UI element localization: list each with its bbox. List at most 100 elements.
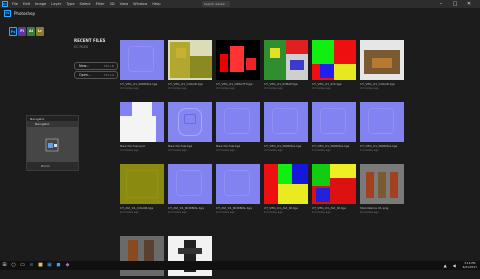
menu-select[interactable]: Select xyxy=(80,0,91,8)
thumbnail-image[interactable] xyxy=(216,102,260,142)
search-stock-field[interactable]: Search Adobe Stock xyxy=(202,1,230,12)
file-time: 2 minutes ago xyxy=(264,87,283,90)
search-icon[interactable]: ○ xyxy=(9,261,18,270)
panel-zoom-bar[interactable]: Zoom xyxy=(27,162,78,170)
file-name: CT_VEG_01_IDMAP.tga xyxy=(264,82,298,86)
recent-file-thumbnail[interactable]: CT_VEG_01_AVI_ID.tga 6 minutes ago xyxy=(312,164,356,214)
recent-file-thumbnail[interactable] xyxy=(120,236,164,279)
minimize-button[interactable]: – xyxy=(434,0,448,8)
network-icon[interactable]: ▲ xyxy=(441,261,450,270)
thumbnail-image[interactable] xyxy=(312,102,356,142)
recent-file-thumbnail[interactable]: CT_AVI_01_NORMAL.tga 6 minutes ago xyxy=(168,164,212,214)
file-name: CT_AVI_01_NORMAL.tga xyxy=(216,206,252,210)
app-title: Photoshop xyxy=(14,11,36,16)
navigator-panel[interactable]: Navigator Navigator Zoom xyxy=(26,115,79,171)
thumbnail-image[interactable] xyxy=(360,40,404,80)
menu-view[interactable]: View xyxy=(120,0,129,8)
window-controls: – □ ✕ xyxy=(434,0,476,8)
photoshop-logo-icon[interactable]: Ps xyxy=(2,1,8,7)
file-time: 6 minutes ago xyxy=(120,211,139,214)
cc-app-lr-icon[interactable]: Lr xyxy=(36,27,44,36)
thumbnail-image[interactable] xyxy=(168,236,212,276)
thumbnail-image[interactable] xyxy=(312,164,356,204)
photoshop-icon[interactable]: ◼ xyxy=(54,261,63,270)
thumbnail-image[interactable] xyxy=(312,40,356,80)
recent-file-thumbnail[interactable]: New Normal.psd 3 minutes ago xyxy=(120,102,164,152)
volume-icon[interactable]: ◀ xyxy=(450,261,459,270)
start-header xyxy=(0,8,480,36)
thumbnail-image[interactable] xyxy=(216,40,260,80)
menu-file[interactable]: File xyxy=(12,0,18,8)
taskview-icon[interactable]: ▭ xyxy=(18,261,27,270)
recent-file-thumbnail[interactable]: CT_VEG_01_NORMAL.tga 5 minutes ago xyxy=(360,102,404,152)
recent-file-thumbnail[interactable]: CT_VEG_01_IDMAP.tga 2 minutes ago xyxy=(264,40,308,90)
thumbnail-image[interactable] xyxy=(264,102,308,142)
menu-filter[interactable]: Filter xyxy=(96,0,105,8)
recent-file-thumbnail[interactable]: CT_AVI_01_NORMAL.tga 6 minutes ago xyxy=(216,164,260,214)
file-name: New Normal.psd xyxy=(120,144,145,148)
thumbnail-image[interactable] xyxy=(120,164,164,204)
menu-layer[interactable]: Layer xyxy=(51,0,61,8)
edge-icon[interactable]: e xyxy=(27,261,36,270)
thumbnail-image[interactable] xyxy=(120,102,164,142)
app-icon[interactable]: ◆ xyxy=(63,261,72,270)
file-name: CT_AVI_01_NORMAL.tga xyxy=(168,206,204,210)
recent-file-thumbnail[interactable]: CT_VEG_01_NORMAL.tga 2 minutes ago xyxy=(120,40,164,90)
file-name: CT_AVI_01_COLOR.tga xyxy=(120,206,154,210)
explorer-icon[interactable]: ■ xyxy=(36,261,45,270)
cc-app-ps-icon[interactable]: Ps xyxy=(9,27,17,36)
new-button-shortcut: Ctrl+N xyxy=(103,64,114,68)
recent-file-thumbnail[interactable]: CT_VEG_01_NORMAL.tga 4 minutes ago xyxy=(264,102,308,152)
file-name: CT_VEG_01_IDS.tga xyxy=(312,82,342,86)
recent-file-thumbnail[interactable]: CT_VEG_01_COLOR.tga 2 minutes ago xyxy=(168,40,212,90)
recent-file-thumbnail[interactable]: CT_AVI_01_COLOR.tga 6 minutes ago xyxy=(120,164,164,214)
recent-file-thumbnail[interactable]: CT_VEG_01_OPACITY.tga 2 minutes ago xyxy=(216,40,260,90)
store-icon[interactable]: ▣ xyxy=(45,261,54,270)
recent-file-thumbnail[interactable]: CT_VEG_01_COLOR.tga 2 minutes ago xyxy=(360,40,404,90)
navigator-preview xyxy=(27,127,78,163)
menu-items: File Edit Image Layer Type Select Filter… xyxy=(12,0,166,8)
file-name: Standalone 01.png xyxy=(360,206,389,210)
file-time: 4 minutes ago xyxy=(264,149,283,152)
thumbnail-image[interactable] xyxy=(360,102,404,142)
thumbnail-image[interactable] xyxy=(168,102,212,142)
new-button[interactable]: New... Ctrl+N xyxy=(74,62,118,70)
start-icon[interactable]: ⊞ xyxy=(0,261,9,270)
thumbnail-image[interactable] xyxy=(120,236,164,276)
thumbnail-image[interactable] xyxy=(264,40,308,80)
file-time: 5 minutes ago xyxy=(312,149,331,152)
menu-type[interactable]: Type xyxy=(66,0,74,8)
cc-app-fl-icon[interactable]: Fl xyxy=(18,27,26,36)
recent-file-thumbnail[interactable]: CT_VEG_01_AVI_ID.tga 6 minutes ago xyxy=(264,164,308,214)
recent-file-thumbnail[interactable]: New Normal.tga 4 minutes ago xyxy=(216,102,260,152)
recent-file-thumbnail[interactable]: CT_VEG_01_IDS.tga 2 minutes ago xyxy=(312,40,356,90)
maximize-button[interactable]: □ xyxy=(448,0,462,8)
menu-image[interactable]: Image xyxy=(35,0,46,8)
thumbnail-image[interactable] xyxy=(168,164,212,204)
cc-app-ai-icon[interactable]: Ai xyxy=(27,27,35,36)
menu-3d[interactable]: 3D xyxy=(110,0,115,8)
file-name: CT_VEG_01_OPACITY.tga xyxy=(216,82,253,86)
clock[interactable]: 3:14 PM 6/21/2017 xyxy=(463,262,477,269)
windows-taskbar: ⊞ ○ ▭ e ■ ▣ ◼ ◆ ▲ ◀ 3:14 PM 6/21/2017 xyxy=(0,261,480,270)
recent-file-thumbnail[interactable]: CT_VEG_01_NORMAL.tga 5 minutes ago xyxy=(312,102,356,152)
recent-files-title[interactable]: RECENT FILES xyxy=(74,38,118,43)
file-name: CT_VEG_01_AVI_ID.tga xyxy=(312,206,346,210)
cc-files-link[interactable]: CC FILES xyxy=(74,45,118,49)
panel-title: Navigator xyxy=(30,116,45,121)
file-name: CT_VEG_01_NORMAL.tga xyxy=(264,144,302,148)
recent-file-thumbnail[interactable] xyxy=(168,236,212,279)
thumbnail-image[interactable] xyxy=(216,164,260,204)
thumbnail-image[interactable] xyxy=(360,164,404,204)
file-name: CT_VEG_01_COLOR.tga xyxy=(360,82,395,86)
menu-edit[interactable]: Edit xyxy=(23,0,30,8)
thumbnail-image[interactable] xyxy=(120,40,164,80)
menu-help[interactable]: Help xyxy=(152,0,160,8)
thumbnail-image[interactable] xyxy=(168,40,212,80)
thumbnail-image[interactable] xyxy=(264,164,308,204)
menu-window[interactable]: Window xyxy=(133,0,147,8)
recent-file-thumbnail[interactable]: New Normal.tga 4 minutes ago xyxy=(168,102,212,152)
recent-file-thumbnail[interactable]: Standalone 01.png 6 minutes ago xyxy=(360,164,404,214)
open-button[interactable]: Open... Ctrl+O xyxy=(74,71,118,79)
close-button[interactable]: ✕ xyxy=(462,0,476,8)
